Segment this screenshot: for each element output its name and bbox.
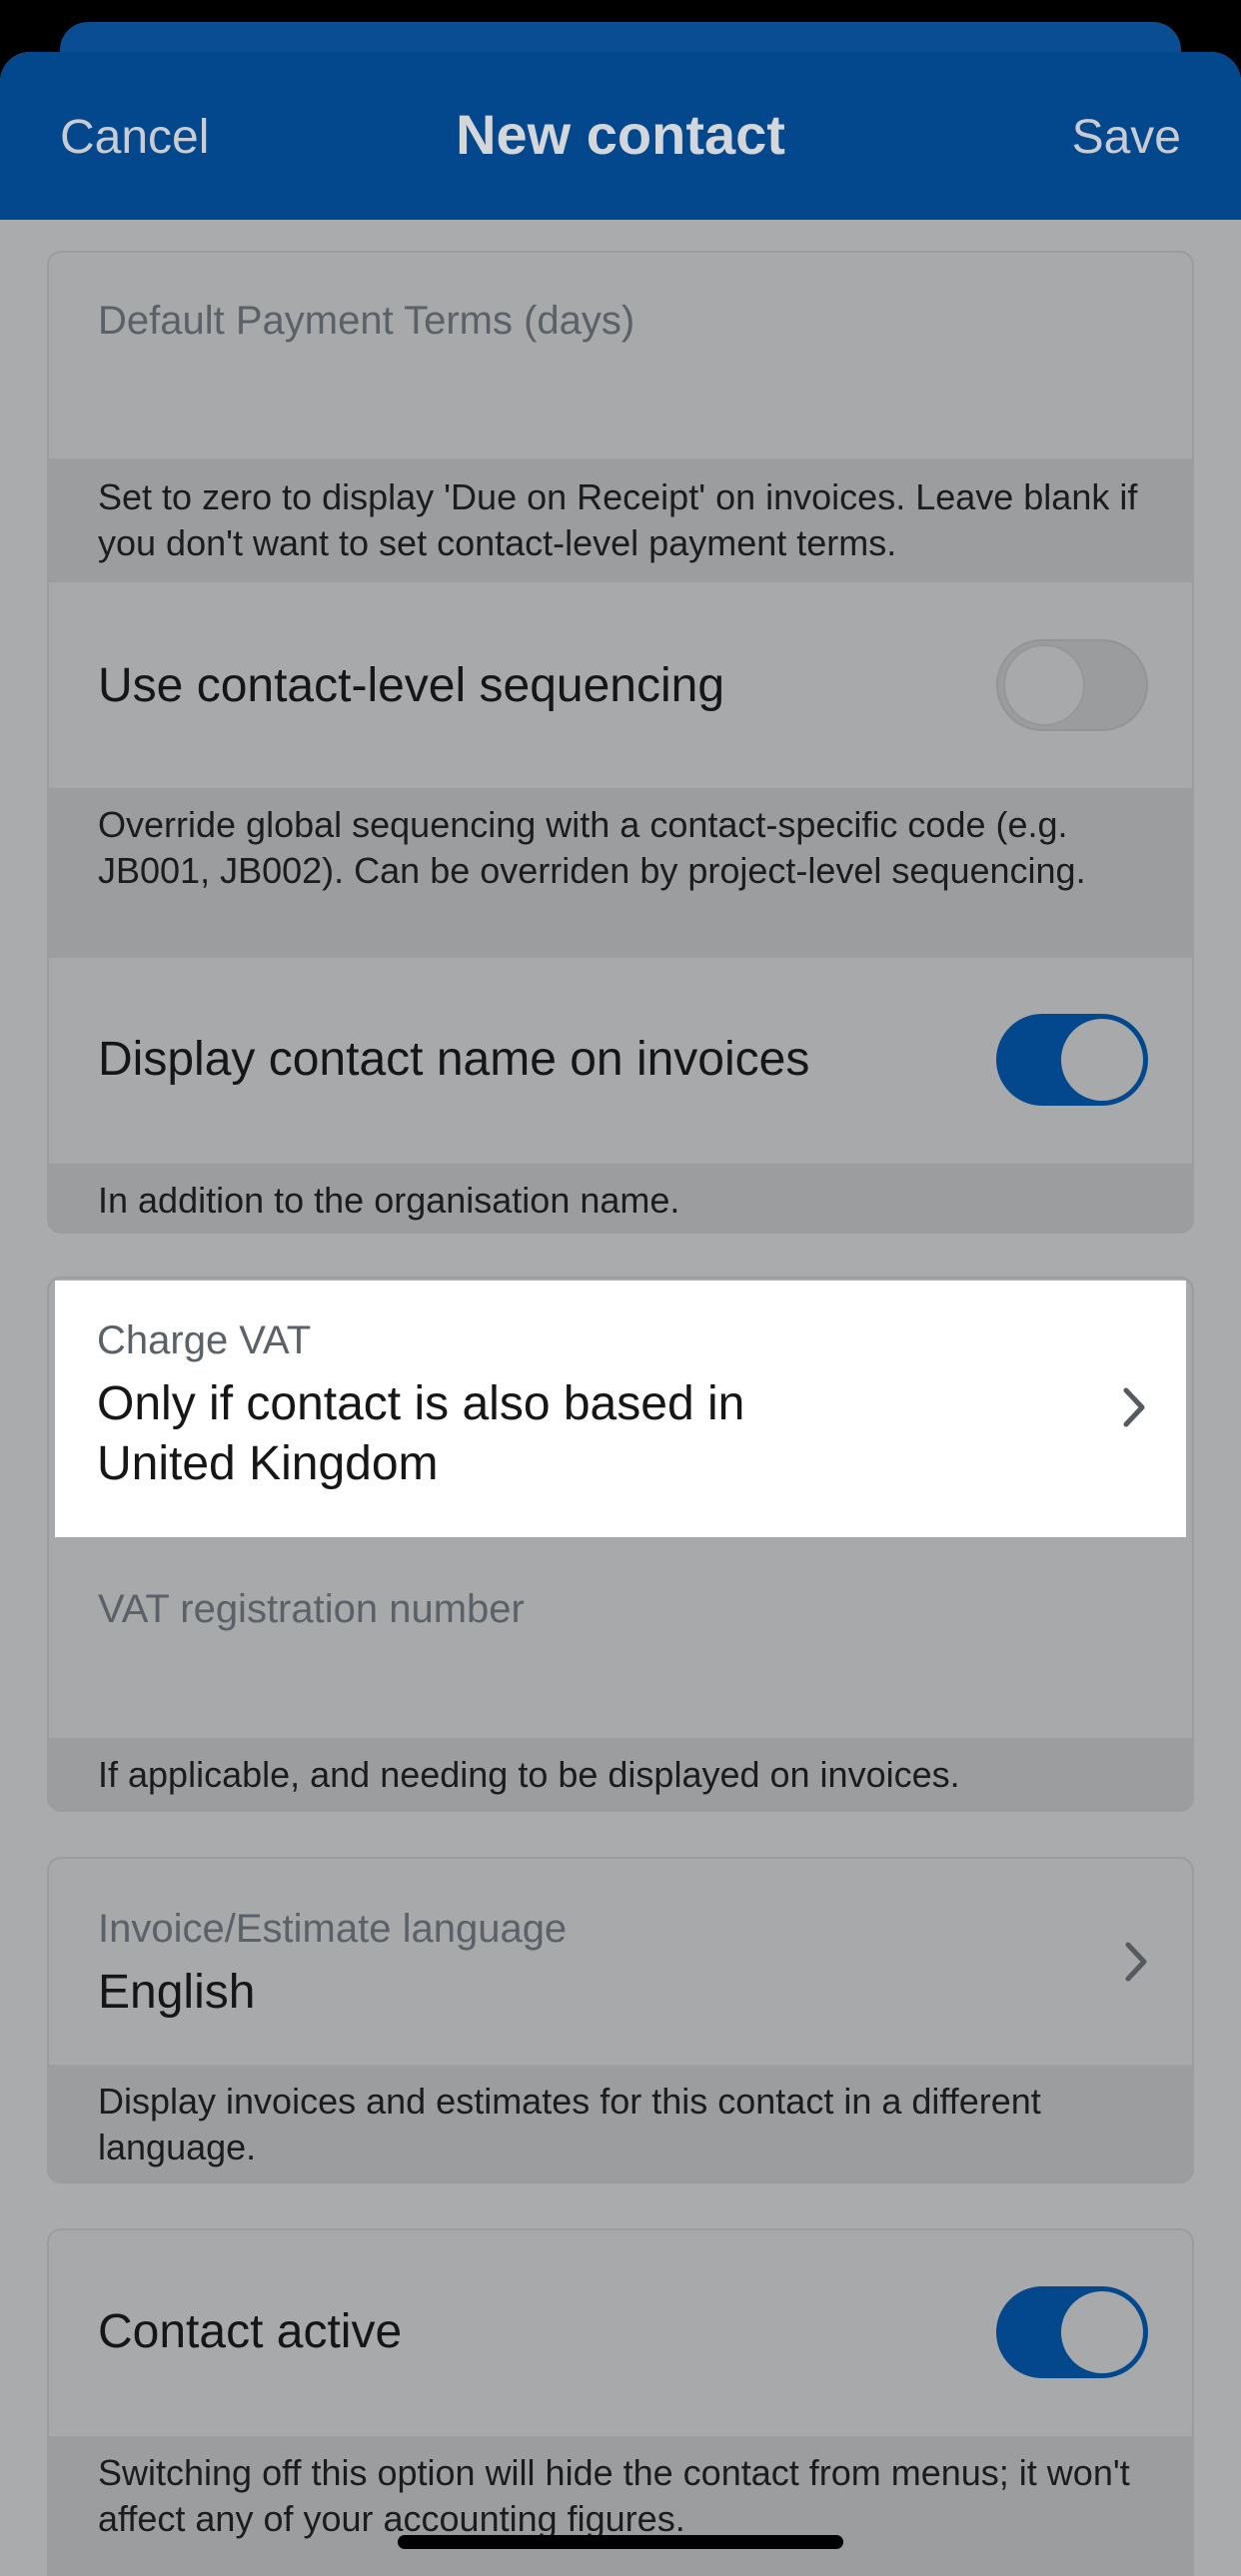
payment-terms-help: Set to zero to display 'Due on Receipt' … xyxy=(49,458,1192,582)
new-contact-sheet: Cancel New contact Save Default Payment … xyxy=(0,52,1241,2576)
toggle-knob xyxy=(1061,2291,1143,2373)
charge-vat-label: Charge VAT xyxy=(97,1318,312,1362)
display-name-toggle[interactable] xyxy=(996,1014,1148,1106)
sequencing-row: Use contact-level sequencing xyxy=(49,582,1192,788)
charge-vat-value-line2: United Kingdom xyxy=(97,1437,439,1490)
contact-active-help: Switching off this option will hide the … xyxy=(49,2436,1192,2576)
display-name-label: Display contact name on invoices xyxy=(98,1033,810,1086)
toggle-knob xyxy=(1003,644,1085,726)
sequencing-help-text: Override global sequencing with a contac… xyxy=(98,804,1086,891)
contact-active-row: Contact active xyxy=(49,2230,1192,2436)
contact-active-toggle[interactable] xyxy=(996,2286,1148,2378)
sequencing-toggle[interactable] xyxy=(996,639,1148,731)
sequencing-label: Use contact-level sequencing xyxy=(98,659,725,712)
display-name-row: Display contact name on invoices xyxy=(49,958,1192,1164)
charge-vat-value: Only if contact is also based in United … xyxy=(97,1374,744,1494)
language-label: Invoice/Estimate language xyxy=(98,1907,568,1951)
invoice-settings-card: Default Payment Terms (days) Set to zero… xyxy=(47,251,1194,1234)
payment-terms-field[interactable]: Default Payment Terms (days) xyxy=(49,253,1192,458)
nav-bar: Cancel New contact Save xyxy=(0,52,1241,220)
contact-active-help-text: Switching off this option will hide the … xyxy=(98,2452,1130,2539)
charge-vat-value-line1: Only if contact is also based in xyxy=(97,1377,745,1430)
vat-registration-field[interactable]: VAT registration number xyxy=(49,1535,1192,1738)
vat-registration-help-text: If applicable, and needing to be display… xyxy=(98,1754,960,1795)
language-help-text: Display invoices and estimates for this … xyxy=(98,2081,1041,2167)
page-title: New contact xyxy=(456,103,785,166)
display-name-help: In addition to the organisation name. xyxy=(49,1164,1192,1232)
language-value: English xyxy=(98,1966,256,2019)
home-indicator xyxy=(398,2535,843,2549)
vat-registration-label: VAT registration number xyxy=(98,1587,525,1631)
charge-vat-row[interactable]: Charge VAT Only if contact is also based… xyxy=(55,1281,1186,1537)
language-card: Invoice/Estimate language English Displa… xyxy=(47,1857,1194,2183)
contact-active-label: Contact active xyxy=(98,2305,403,2358)
payment-terms-label: Default Payment Terms (days) xyxy=(98,299,635,343)
language-help: Display invoices and estimates for this … xyxy=(49,2065,1192,2181)
display-name-help-text: In addition to the organisation name. xyxy=(98,1180,680,1221)
chevron-right-icon xyxy=(1123,1387,1145,1427)
contact-active-card: Contact active Switching off this option… xyxy=(47,2228,1194,2576)
vat-registration-help: If applicable, and needing to be display… xyxy=(49,1738,1192,1810)
toggle-knob xyxy=(1061,1019,1143,1101)
sequencing-help: Override global sequencing with a contac… xyxy=(49,788,1192,958)
chevron-right-icon xyxy=(1125,1942,1147,1982)
payment-terms-help-text: Set to zero to display 'Due on Receipt' … xyxy=(98,476,1138,563)
language-row[interactable]: Invoice/Estimate language English xyxy=(49,1859,1192,2065)
save-button[interactable]: Save xyxy=(1072,110,1181,165)
